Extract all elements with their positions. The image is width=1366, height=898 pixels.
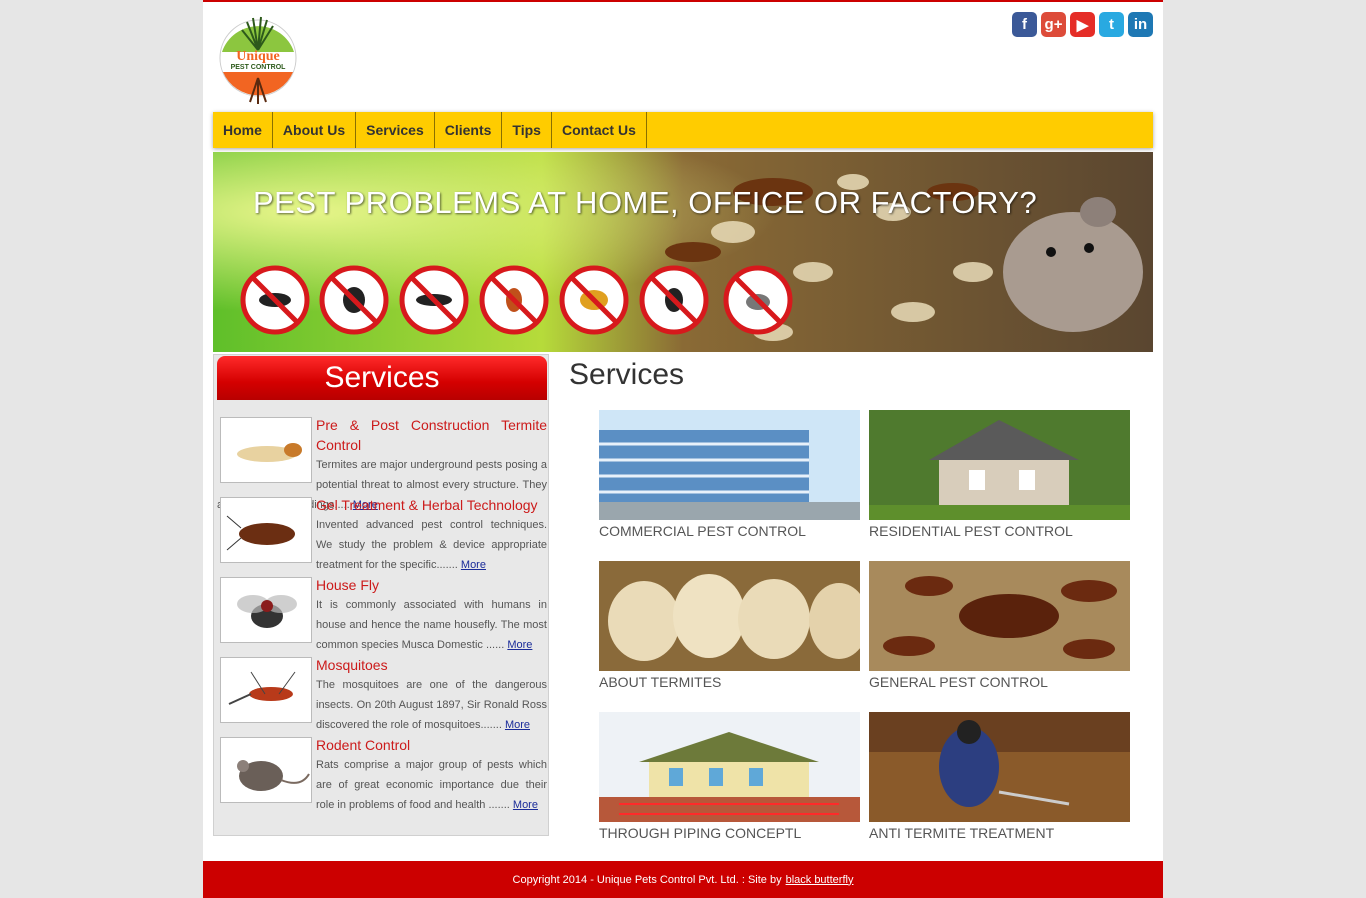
service-item: Rodent Control Rats comprise a major grou… (217, 735, 547, 815)
service-card-caption[interactable]: THROUGH PIPING CONCEPTL (599, 825, 860, 841)
nav-about-us[interactable]: About Us (273, 112, 357, 148)
twitter-icon[interactable]: t (1099, 12, 1124, 37)
more-link[interactable]: More (507, 639, 532, 651)
footer-copyright: Copyright 2014 - Unique Pets Control Pvt… (512, 873, 782, 886)
service-item: Gel Treatment & Herbal Technology Invente… (217, 495, 547, 575)
nav-contact-us[interactable]: Contact Us (552, 112, 647, 148)
linkedin-icon[interactable]: in (1128, 12, 1153, 37)
service-card[interactable]: THROUGH PIPING CONCEPTL (599, 712, 860, 841)
service-card[interactable]: ABOUT TERMITES (599, 561, 860, 690)
more-link[interactable]: More (461, 559, 486, 571)
social-links: f g+ ▶ t in (1012, 12, 1153, 37)
service-item: House Fly It is commonly associated with … (217, 575, 547, 655)
services-list: Pre & Post Construction Termite Control T… (217, 415, 547, 815)
service-thumbnail[interactable] (220, 417, 312, 483)
service-card[interactable]: GENERAL PEST CONTROL (869, 561, 1130, 690)
service-card[interactable]: RESIDENTIAL PEST CONTROL (869, 410, 1130, 539)
service-thumbnail[interactable] (220, 577, 312, 643)
banner-title: PEST PROBLEMS AT HOME, OFFICE OR FACTORY… (253, 185, 1038, 220)
service-thumbnail[interactable] (220, 497, 312, 563)
logo-subtext: PEST CONTROL (231, 64, 287, 71)
more-link[interactable]: More (513, 799, 538, 811)
service-card-image[interactable] (869, 712, 1130, 822)
footer-credit-link[interactable]: black butterfly (786, 874, 854, 886)
footer: Copyright 2014 - Unique Pets Control Pvt… (203, 861, 1163, 898)
nav-home[interactable]: Home (213, 112, 273, 148)
site-logo[interactable]: Unique PEST CONTROL (217, 8, 299, 108)
google-plus-icon[interactable]: g+ (1041, 12, 1066, 37)
service-card-image[interactable] (599, 410, 860, 520)
main-nav: Home About Us Services Clients Tips Cont… (213, 112, 1153, 148)
services-sidebar: Services Pre & Post Construction Termite… (213, 354, 549, 836)
service-item: Pre & Post Construction Termite Control T… (217, 415, 547, 511)
service-card-image[interactable] (869, 561, 1130, 671)
facebook-icon[interactable]: f (1012, 12, 1037, 37)
service-description: Invented advanced pest control technique… (316, 519, 547, 571)
nav-tips[interactable]: Tips (502, 112, 552, 148)
more-link[interactable]: More (505, 719, 530, 731)
service-card-image[interactable] (599, 561, 860, 671)
service-card[interactable]: ANTI TERMITE TREATMENT (869, 712, 1130, 841)
service-item: Mosquitoes The mosquitoes are one of the … (217, 655, 547, 735)
sidebar-heading: Services (217, 356, 547, 400)
hero-banner: PEST PROBLEMS AT HOME, OFFICE OR FACTORY… (213, 152, 1153, 352)
service-card-caption[interactable]: COMMERCIAL PEST CONTROL (599, 523, 860, 539)
page-wrapper: Unique PEST CONTROL f g+ ▶ t in Home About U… (203, 0, 1163, 898)
youtube-icon[interactable]: ▶ (1070, 12, 1095, 37)
page-title: Services (569, 358, 685, 391)
service-card-image[interactable] (599, 712, 860, 822)
service-card-caption[interactable]: ABOUT TERMITES (599, 674, 860, 690)
nav-clients[interactable]: Clients (435, 112, 503, 148)
service-card[interactable]: COMMERCIAL PEST CONTROL (599, 410, 860, 539)
nav-services[interactable]: Services (356, 112, 435, 148)
logo-text: Unique (236, 49, 280, 64)
service-card-caption[interactable]: ANTI TERMITE TREATMENT (869, 825, 1130, 841)
service-thumbnail[interactable] (220, 657, 312, 723)
service-card-caption[interactable]: GENERAL PEST CONTROL (869, 674, 1130, 690)
service-thumbnail[interactable] (220, 737, 312, 803)
service-card-caption[interactable]: RESIDENTIAL PEST CONTROL (869, 523, 1130, 539)
service-card-image[interactable] (869, 410, 1130, 520)
